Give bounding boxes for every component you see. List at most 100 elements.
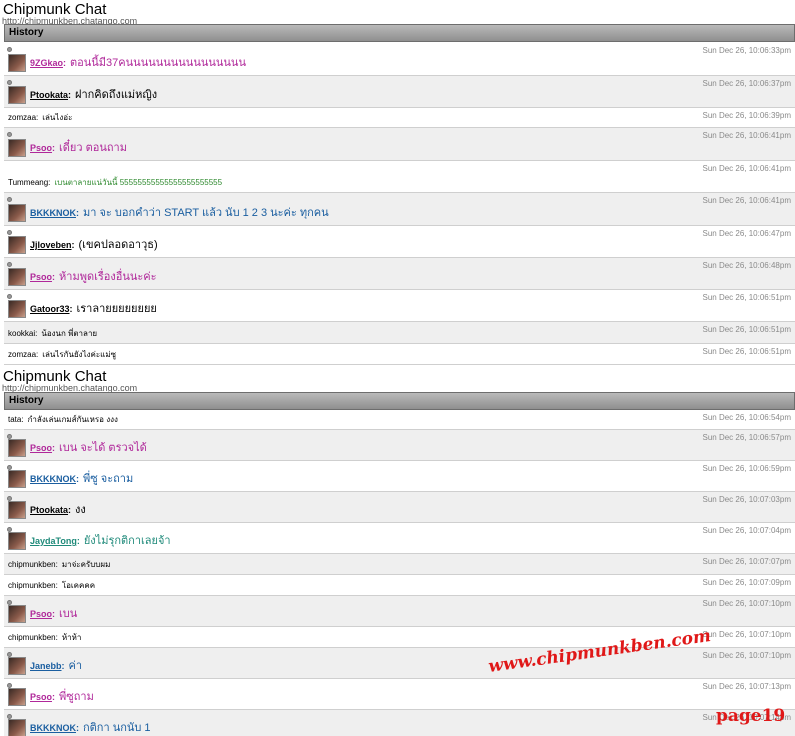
message-text: เดี๋ยว ตอนถาม bbox=[59, 142, 127, 154]
username-link[interactable]: Psoo bbox=[30, 443, 52, 453]
chat-message-row: Sun Dec 26, 10:07:07pm chipmunkben: มาจ่ะค… bbox=[4, 554, 795, 575]
user-avatar[interactable] bbox=[8, 605, 26, 623]
chat-message-row: Sun Dec 26, 10:06:59pm BKKKNOK: พี่ซู จะถา… bbox=[4, 461, 795, 492]
message-list[interactable]: Sun Dec 26, 10:06:33pm 9ZGkao: ตอนนี้มี37ค… bbox=[4, 43, 795, 365]
username-link[interactable]: Gatoor33 bbox=[30, 304, 70, 314]
username-link[interactable]: Janebb bbox=[30, 661, 62, 671]
username-link[interactable]: BKKKNOK bbox=[30, 723, 76, 733]
username-separator: : bbox=[63, 58, 67, 68]
chat-message-row: Sun Dec 26, 10:06:33pm 9ZGkao: ตอนนี้มี37ค… bbox=[4, 43, 795, 76]
username-link[interactable]: tata bbox=[8, 415, 21, 424]
message-line: Janebb: ค่า bbox=[30, 656, 82, 674]
username-separator: : bbox=[76, 536, 80, 546]
message-timestamp: Sun Dec 26, 10:06:41pm bbox=[702, 196, 791, 205]
message-timestamp: Sun Dec 26, 10:06:54pm bbox=[702, 413, 791, 422]
username-separator: : bbox=[52, 692, 56, 702]
user-avatar[interactable] bbox=[8, 86, 26, 104]
chat-window-1: Chipmunk Chat http://chipmunkben.chatang… bbox=[0, 0, 795, 368]
user-avatar[interactable] bbox=[8, 54, 26, 72]
chat-message-row: Sun Dec 26, 10:07:09pm chipmunkben: โอเคคค… bbox=[4, 575, 795, 596]
page-label: page19 bbox=[716, 706, 786, 726]
user-avatar[interactable] bbox=[8, 719, 26, 736]
message-timestamp: Sun Dec 26, 10:07:10pm bbox=[702, 599, 791, 608]
message-line: Ptookata: ฝากคิดถึงแม่หญิง bbox=[30, 85, 157, 103]
username-link[interactable]: chipmunkben bbox=[8, 560, 56, 569]
message-timestamp: Sun Dec 26, 10:06:37pm bbox=[702, 79, 791, 88]
message-line: Gatoor33: เราลายยยยยยยย bbox=[30, 299, 157, 317]
username-link[interactable]: Psoo bbox=[30, 692, 52, 702]
username-link[interactable]: JaydaTong bbox=[30, 536, 77, 546]
message-text: งง bbox=[75, 504, 86, 516]
username-link[interactable]: Ptookata bbox=[30, 90, 68, 100]
user-avatar[interactable] bbox=[8, 470, 26, 488]
message-line: Psoo: ห้ามพูดเรื่องอื่นนะค่ะ bbox=[30, 267, 157, 285]
username-link[interactable]: Ptookata bbox=[30, 505, 68, 515]
message-text: เล่นไงอ่ะ bbox=[42, 113, 73, 122]
message-text: ห้าห้า bbox=[61, 633, 82, 642]
chat-message-row: Sun Dec 26, 10:06:47pm Jjloveben: (เขคปลอด… bbox=[4, 226, 795, 258]
user-avatar[interactable] bbox=[8, 300, 26, 318]
chat-message-row: Sun Dec 26, 10:06:41pm Tummeang: เบนตาลายแ… bbox=[4, 161, 795, 193]
message-timestamp: Sun Dec 26, 10:06:39pm bbox=[702, 111, 791, 120]
username-link[interactable]: Psoo bbox=[30, 609, 52, 619]
message-text: กำลังเล่นเกมส์กันเหรอ งงง bbox=[27, 415, 118, 424]
username-link[interactable]: Jjloveben bbox=[30, 240, 72, 250]
username-link[interactable]: zomzaa bbox=[8, 113, 36, 122]
user-avatar[interactable] bbox=[8, 139, 26, 157]
username-link[interactable]: chipmunkben bbox=[8, 633, 56, 642]
message-line: BKKKNOK: พี่ซู จะถาม bbox=[30, 469, 133, 487]
app-url[interactable]: http://chipmunkben.chatango.com bbox=[2, 384, 137, 392]
message-timestamp: Sun Dec 26, 10:07:10pm bbox=[702, 651, 791, 660]
online-status-icon bbox=[7, 230, 12, 235]
online-status-icon bbox=[7, 80, 12, 85]
username-link[interactable]: Psoo bbox=[30, 272, 52, 282]
message-line: Psoo: พี่ซูถาม bbox=[30, 687, 94, 705]
message-text: มา จะ บอกคำว่า START แล้ว นับ 1 2 3 นะค่… bbox=[83, 207, 329, 219]
message-text: กติกา นกนับ 1 bbox=[83, 722, 151, 734]
username-separator: : bbox=[21, 415, 24, 424]
message-timestamp: Sun Dec 26, 10:06:51pm bbox=[702, 347, 791, 356]
online-status-icon bbox=[7, 294, 12, 299]
message-timestamp: Sun Dec 26, 10:06:59pm bbox=[702, 464, 791, 473]
user-avatar[interactable] bbox=[8, 657, 26, 675]
chat-message-row: Sun Dec 26, 10:07:14pm BKKKNOK: กติกา นกนั… bbox=[4, 710, 795, 736]
message-timestamp: Sun Dec 26, 10:07:10pm bbox=[702, 630, 791, 639]
username-separator: : bbox=[48, 178, 51, 187]
message-timestamp: Sun Dec 26, 10:07:07pm bbox=[702, 557, 791, 566]
chat-message-row: Sun Dec 26, 10:06:39pm zomzaa: เล่นไงอ่ะ bbox=[4, 108, 795, 128]
username-link[interactable]: kookkai bbox=[8, 329, 35, 338]
user-avatar[interactable] bbox=[8, 439, 26, 457]
chat-message-row: Sun Dec 26, 10:07:04pm JaydaTong: ยังไม่รุ… bbox=[4, 523, 795, 554]
message-line: zomzaa: เล่นไงอ่ะ bbox=[8, 111, 72, 124]
username-link[interactable]: BKKKNOK bbox=[30, 474, 76, 484]
user-avatar[interactable] bbox=[8, 268, 26, 286]
message-timestamp: Sun Dec 26, 10:07:09pm bbox=[702, 578, 791, 587]
username-separator: : bbox=[69, 304, 73, 314]
chat-message-row: Sun Dec 26, 10:07:10pm Janebb: ค่า bbox=[4, 648, 795, 679]
online-status-icon bbox=[7, 132, 12, 137]
username-separator: : bbox=[71, 240, 75, 250]
message-text: เล่นไรกันยังไงค่ะแม่ซู bbox=[42, 350, 117, 359]
user-avatar[interactable] bbox=[8, 532, 26, 550]
username-separator: : bbox=[76, 208, 79, 218]
username-link[interactable]: Psoo bbox=[30, 143, 52, 153]
username-separator: : bbox=[52, 272, 56, 282]
user-avatar[interactable] bbox=[8, 501, 26, 519]
message-line: Psoo: เบน จะได้ ตรวจได้ bbox=[30, 438, 147, 456]
message-timestamp: Sun Dec 26, 10:07:13pm bbox=[702, 682, 791, 691]
username-separator: : bbox=[68, 90, 72, 100]
username-link[interactable]: zomzaa bbox=[8, 350, 36, 359]
user-avatar[interactable] bbox=[8, 688, 26, 706]
username-link[interactable]: chipmunkben bbox=[8, 581, 56, 590]
message-line: chipmunkben: มาจ่ะครับบผม bbox=[8, 558, 110, 571]
user-avatar[interactable] bbox=[8, 236, 26, 254]
user-avatar[interactable] bbox=[8, 204, 26, 222]
message-text: พี่ซู จะถาม bbox=[83, 473, 134, 485]
message-list[interactable]: Sun Dec 26, 10:06:54pm tata: กำลังเล่นเกมส… bbox=[4, 410, 795, 736]
username-separator: : bbox=[35, 329, 38, 338]
username-link[interactable]: BKKKNOK bbox=[30, 208, 76, 218]
message-timestamp: Sun Dec 26, 10:07:03pm bbox=[702, 495, 791, 504]
username-link[interactable]: Tummeang bbox=[8, 178, 48, 187]
username-link[interactable]: 9ZGkao bbox=[30, 58, 63, 68]
message-text: ยังไม่รุกติกาเลยจ้า bbox=[83, 535, 171, 547]
